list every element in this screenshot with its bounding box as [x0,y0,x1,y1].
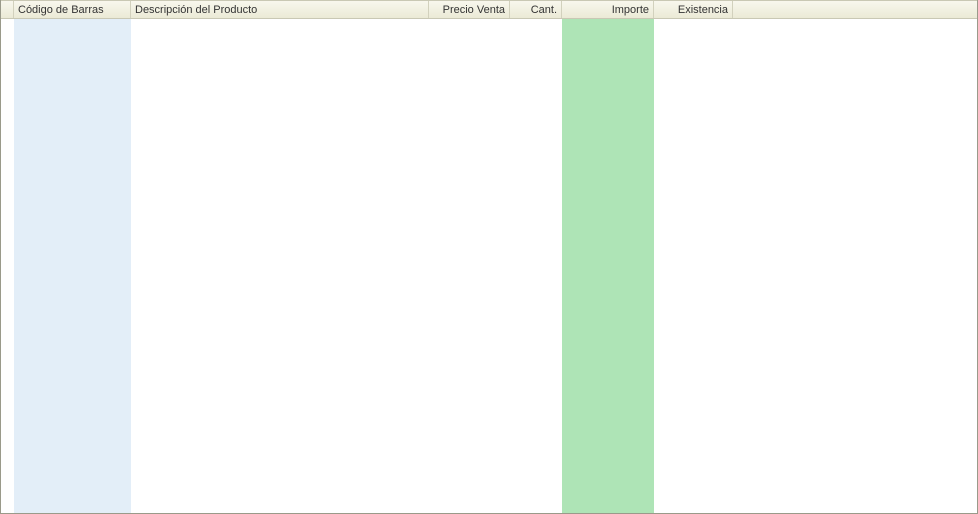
column-body-price [429,19,510,513]
column-header-barcode[interactable]: Código de Barras [14,1,131,18]
column-body-barcode [14,19,131,513]
grid-body[interactable] [1,19,977,513]
column-body-quantity [510,19,562,513]
column-body-amount [562,19,654,513]
row-indicator-column [1,19,14,513]
column-header-amount[interactable]: Importe [562,1,654,18]
grid-header-row: Código de Barras Descripción del Product… [1,0,977,19]
column-body-filler [733,19,977,513]
column-header-filler [733,1,977,18]
column-body-stock [654,19,733,513]
column-header-price[interactable]: Precio Venta [429,1,510,18]
column-body-description [131,19,429,513]
product-grid: Código de Barras Descripción del Product… [0,0,978,514]
column-header-stock[interactable]: Existencia [654,1,733,18]
column-header-quantity[interactable]: Cant. [510,1,562,18]
column-header-description[interactable]: Descripción del Producto [131,1,429,18]
row-indicator-header[interactable] [1,1,14,18]
